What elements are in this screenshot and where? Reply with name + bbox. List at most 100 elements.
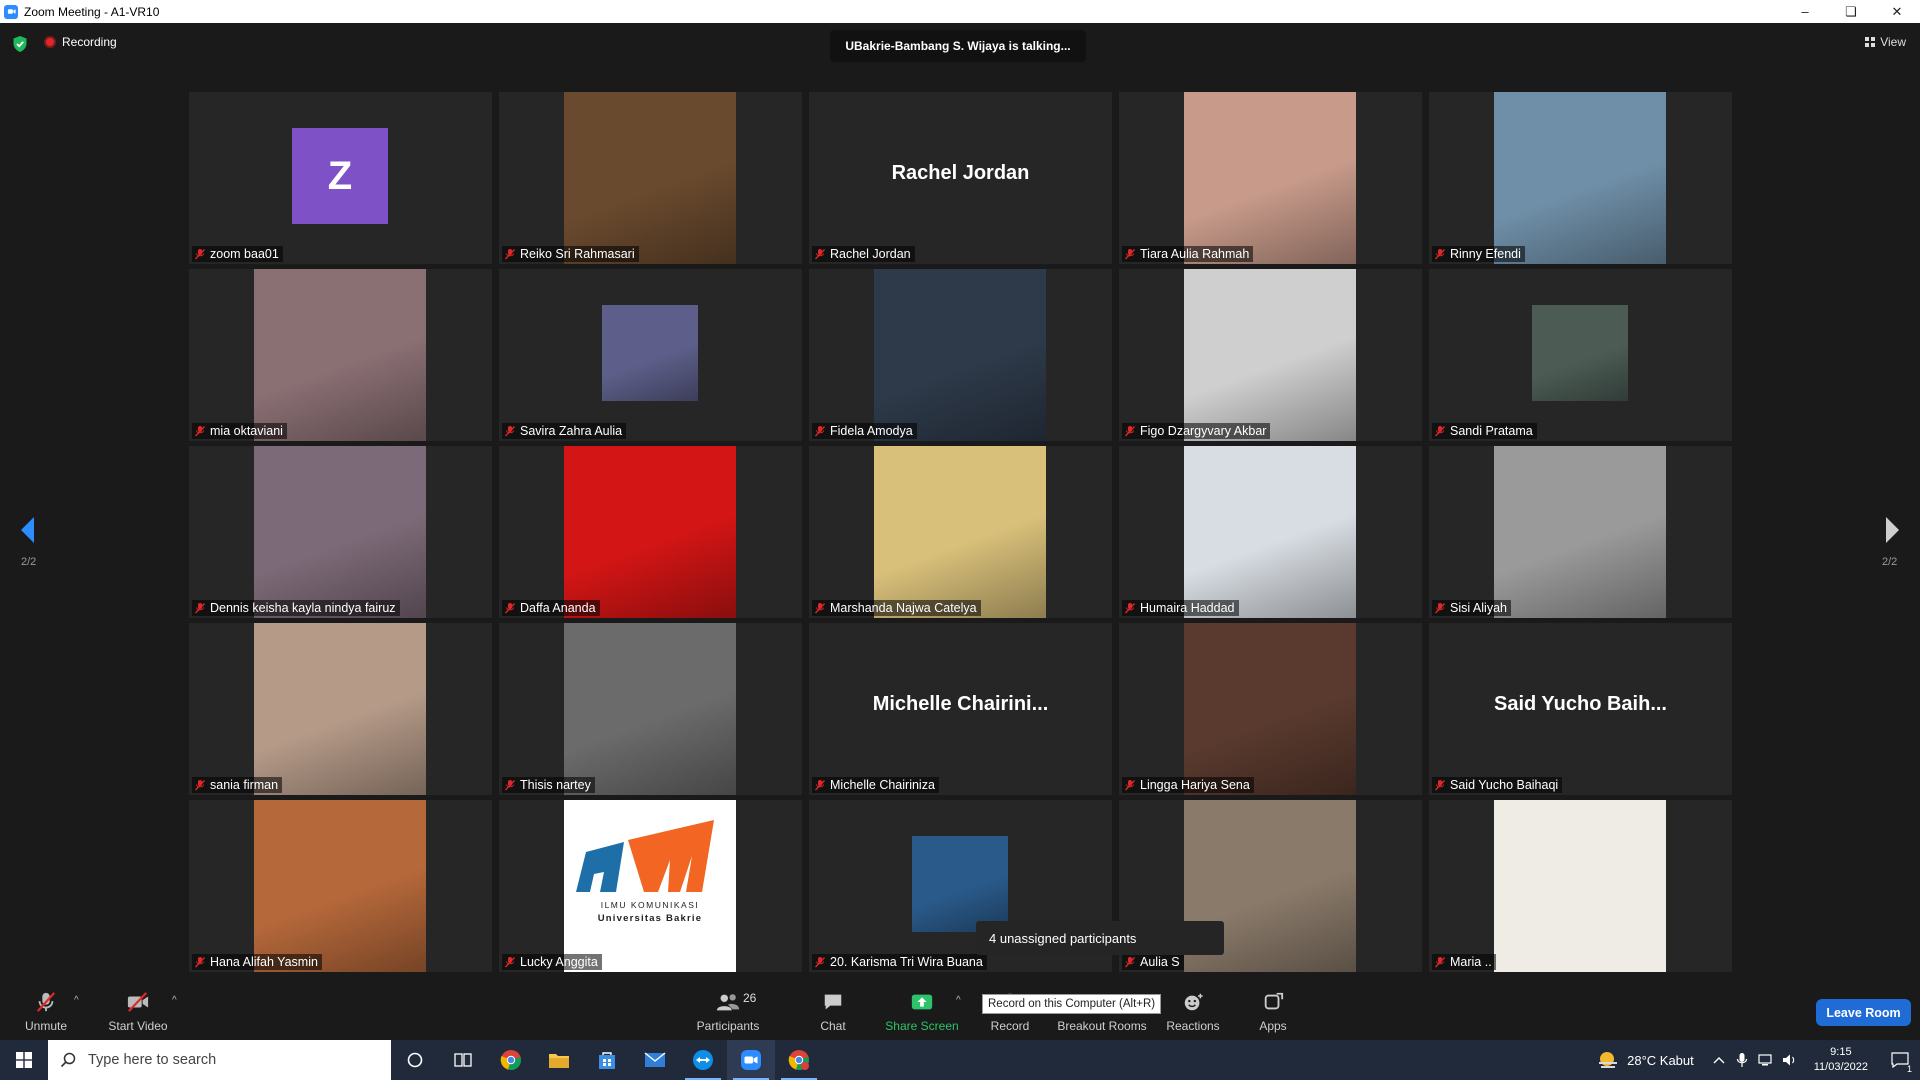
start-video-button[interactable]: Start Video bbox=[106, 979, 170, 1040]
volume-icon[interactable] bbox=[1782, 1053, 1798, 1067]
participant-display-name: Rachel Jordan bbox=[891, 162, 1030, 184]
participant-name-tag: Lingga Hariya Sena bbox=[1122, 777, 1254, 793]
participant-name-tag: Said Yucho Baihaqi bbox=[1432, 777, 1563, 793]
taskbar-zoom[interactable] bbox=[727, 1040, 775, 1080]
windows-start-button[interactable] bbox=[0, 1040, 48, 1080]
leave-room-button[interactable]: Leave Room bbox=[1816, 999, 1911, 1026]
muted-mic-icon bbox=[1125, 603, 1135, 614]
participant-display-name: Michelle Chairini... bbox=[872, 693, 1049, 715]
ilmu-komunikasi-logo-icon: ILMU KOMUNIKASI Universitas Bakrie bbox=[576, 820, 714, 924]
participant-name: Lingga Hariya Sena bbox=[1140, 778, 1250, 792]
previous-page-arrow-icon[interactable] bbox=[18, 515, 38, 545]
notifications-button[interactable]: 1 bbox=[1880, 1040, 1920, 1080]
recording-indicator[interactable]: Recording bbox=[44, 35, 117, 49]
taskbar-teamviewer[interactable] bbox=[679, 1040, 727, 1080]
network-icon[interactable] bbox=[1758, 1053, 1774, 1067]
close-button[interactable]: ✕ bbox=[1874, 0, 1920, 23]
cortana-button[interactable] bbox=[391, 1040, 439, 1080]
taskbar-file-explorer[interactable] bbox=[535, 1040, 583, 1080]
participant-tile[interactable]: Fidela Amodya bbox=[809, 269, 1112, 441]
muted-mic-icon bbox=[1125, 780, 1135, 791]
participant-tile[interactable]: Tiara Aulia Rahmah bbox=[1119, 92, 1422, 264]
participant-video bbox=[1494, 92, 1666, 264]
participant-video: ILMU KOMUNIKASI Universitas Bakrie bbox=[564, 800, 736, 972]
restore-button[interactable]: ❏ bbox=[1828, 0, 1874, 23]
meeting-stage: Recording UBakrie-Bambang S. Wijaya is t… bbox=[0, 23, 1920, 979]
taskbar-search-box[interactable]: Type here to search bbox=[48, 1040, 391, 1080]
participant-name: Sandi Pratama bbox=[1450, 424, 1533, 438]
taskbar-chrome-2[interactable] bbox=[775, 1040, 823, 1080]
task-view-button[interactable] bbox=[439, 1040, 487, 1080]
participant-tile[interactable]: Thisis nartey bbox=[499, 623, 802, 795]
participants-button[interactable]: Participants bbox=[693, 979, 763, 1040]
taskbar-chrome[interactable] bbox=[487, 1040, 535, 1080]
muted-mic-icon bbox=[505, 426, 515, 437]
participant-tile[interactable]: Figo Dzargyvary Akbar bbox=[1119, 269, 1422, 441]
unmute-button[interactable]: Unmute bbox=[22, 979, 70, 1040]
participant-video bbox=[564, 446, 736, 618]
show-hidden-icons-chevron-icon[interactable] bbox=[1712, 1054, 1726, 1066]
participant-tile[interactable]: mia oktaviani bbox=[189, 269, 492, 441]
muted-mic-icon bbox=[1435, 426, 1445, 437]
participant-tile[interactable]: Lingga Hariya Sena bbox=[1119, 623, 1422, 795]
participant-tile[interactable]: Daffa Ananda bbox=[499, 446, 802, 618]
unassigned-participants-popup[interactable]: 4 unassigned participants bbox=[976, 921, 1224, 955]
recording-dot-icon bbox=[44, 36, 56, 48]
chat-button[interactable]: Chat bbox=[812, 979, 854, 1040]
apps-button[interactable]: Apps bbox=[1255, 979, 1291, 1040]
participant-name: sania firman bbox=[210, 778, 279, 792]
security-shield-icon[interactable] bbox=[12, 35, 28, 53]
participant-name: Figo Dzargyvary Akbar bbox=[1140, 424, 1267, 438]
participant-tile[interactable]: Zzoom baa01 bbox=[189, 92, 492, 264]
page-indicator-right: 2/2 bbox=[1882, 556, 1898, 568]
svg-text:Universitas Bakrie: Universitas Bakrie bbox=[598, 913, 703, 924]
participant-tile[interactable]: Maria .. bbox=[1429, 800, 1732, 972]
participants-label: Participants bbox=[696, 1019, 760, 1033]
participant-tile[interactable]: Sandi Pratama bbox=[1429, 269, 1732, 441]
taskbar-mail[interactable] bbox=[631, 1040, 679, 1080]
taskbar-clock[interactable]: 9:15 11/03/2022 bbox=[1814, 1045, 1868, 1075]
participant-tile[interactable]: Michelle Chairini... Michelle Chairiniza bbox=[809, 623, 1112, 795]
participant-tile[interactable]: Savira Zahra Aulia bbox=[499, 269, 802, 441]
notification-count: 1 bbox=[1906, 1064, 1912, 1074]
participant-tile[interactable]: Rachel Jordan Rachel Jordan bbox=[809, 92, 1112, 264]
participant-tile[interactable]: Hana Alifah Yasmin bbox=[189, 800, 492, 972]
participant-video bbox=[1532, 305, 1628, 401]
weather-widget[interactable]: 28°C Kabut bbox=[1597, 1050, 1694, 1070]
participant-video bbox=[254, 800, 426, 972]
participant-tile[interactable]: Dennis keisha kayla nindya fairuz bbox=[189, 446, 492, 618]
task-view-icon bbox=[454, 1053, 472, 1067]
participant-tile[interactable]: Said Yucho Baih... Said Yucho Baihaqi bbox=[1429, 623, 1732, 795]
muted-mic-icon bbox=[505, 249, 515, 260]
participant-tile[interactable]: ILMU KOMUNIKASI Universitas Bakrie Lucky A… bbox=[499, 800, 802, 972]
participant-tile[interactable]: sania firman bbox=[189, 623, 492, 795]
page-indicator-left: 2/2 bbox=[21, 556, 37, 568]
participant-name-tag: Daffa Ananda bbox=[502, 600, 600, 616]
next-page-arrow-icon[interactable] bbox=[1882, 515, 1902, 545]
participant-name: Reiko Sri Rahmasari bbox=[520, 247, 635, 261]
participant-name-tag: Aulia S bbox=[1122, 954, 1184, 970]
video-options-caret-icon[interactable]: ^ bbox=[172, 995, 177, 1006]
windows-taskbar: Type here to search 28°C Kabut 9:15 11/0… bbox=[0, 1040, 1920, 1080]
muted-microphone-icon bbox=[36, 992, 56, 1012]
share-screen-button[interactable]: Share Screen bbox=[882, 979, 962, 1040]
participant-tile[interactable]: Sisi Aliyah bbox=[1429, 446, 1732, 618]
minimize-button[interactable]: – bbox=[1782, 0, 1828, 23]
participant-video bbox=[602, 305, 698, 401]
participant-name-tag: Maria .. bbox=[1432, 954, 1496, 970]
microphone-tray-icon[interactable] bbox=[1736, 1052, 1748, 1068]
reactions-button[interactable]: Reactions bbox=[1163, 979, 1223, 1040]
system-tray: 28°C Kabut 9:15 11/03/2022 1 bbox=[1597, 1040, 1920, 1080]
share-options-caret-icon[interactable]: ^ bbox=[956, 995, 961, 1006]
participant-name-tag: Rinny Efendi bbox=[1432, 246, 1525, 262]
audio-options-caret-icon[interactable]: ^ bbox=[74, 995, 79, 1006]
participant-tile[interactable]: Reiko Sri Rahmasari bbox=[499, 92, 802, 264]
participant-tile[interactable]: Humaira Haddad bbox=[1119, 446, 1422, 618]
store-bag-icon bbox=[599, 1052, 615, 1069]
participant-name-tag: Sandi Pratama bbox=[1432, 423, 1537, 439]
participant-tile[interactable]: Marshanda Najwa Catelya bbox=[809, 446, 1112, 618]
window-title: Zoom Meeting - A1-VR10 bbox=[24, 4, 160, 19]
participant-tile[interactable]: Rinny Efendi bbox=[1429, 92, 1732, 264]
taskbar-store[interactable] bbox=[583, 1040, 631, 1080]
view-button[interactable]: View bbox=[1865, 35, 1906, 49]
